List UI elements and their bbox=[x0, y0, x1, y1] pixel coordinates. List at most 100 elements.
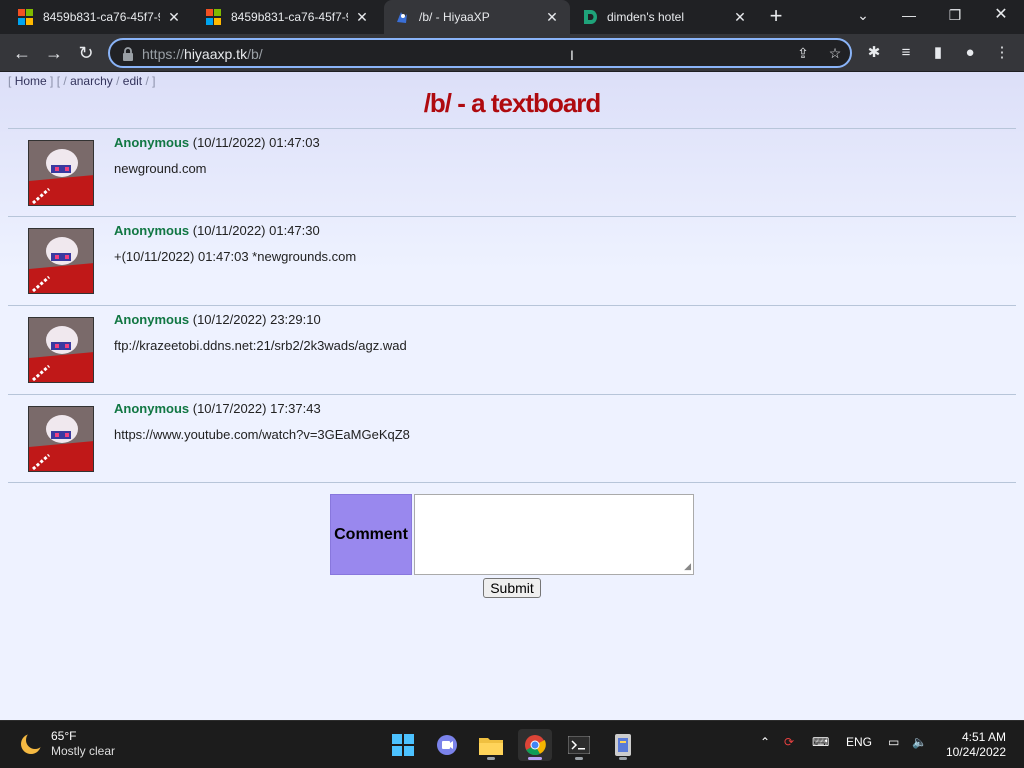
post: Anonymous (10/17/2022) 17:37:43 https://… bbox=[8, 395, 1016, 483]
lock-icon bbox=[123, 47, 133, 61]
running-indicator bbox=[575, 757, 583, 760]
microsoft-icon bbox=[18, 9, 34, 25]
post-header: Anonymous (10/11/2022) 01:47:03 bbox=[114, 135, 320, 150]
post-date: (10/12/2022) 23:29:10 bbox=[192, 312, 321, 327]
language-indicator[interactable]: ENG bbox=[846, 735, 872, 749]
clock-time: 4:51 AM bbox=[961, 730, 1006, 744]
share-icon[interactable]: ⇪ bbox=[793, 45, 813, 63]
tab-1[interactable]: 8459b831-ca76-45f7-9 ✕ bbox=[8, 0, 192, 34]
clock-date: 10/24/2022 bbox=[945, 745, 1006, 759]
keyboard-icon[interactable]: ⌨ bbox=[812, 735, 829, 749]
url-scheme: https:// bbox=[142, 46, 185, 62]
tab-title: dimden's hotel bbox=[607, 10, 685, 24]
avatar bbox=[28, 228, 94, 294]
minimize-button[interactable]: — bbox=[886, 0, 932, 30]
avatar bbox=[28, 406, 94, 472]
clock[interactable]: 4:51 AM 10/24/2022 bbox=[946, 730, 1006, 760]
file-explorer-button[interactable] bbox=[474, 729, 508, 761]
back-button[interactable]: ← bbox=[8, 40, 36, 66]
reload-button[interactable]: ↻ bbox=[72, 40, 100, 66]
post-body: https://www.youtube.com/watch?v=3GEaMGeK… bbox=[114, 427, 410, 442]
post-header: Anonymous (10/11/2022) 01:47:30 bbox=[114, 223, 320, 238]
close-icon[interactable]: ✕ bbox=[732, 9, 748, 26]
volume-icon[interactable]: 🔈 bbox=[912, 735, 927, 749]
menu-icon[interactable]: ⋮ bbox=[991, 42, 1013, 64]
tab-4[interactable]: dimden's hotel ✕ bbox=[572, 0, 758, 34]
microsoft-icon bbox=[206, 9, 222, 25]
weather-widget[interactable]: 65°F Mostly clear bbox=[18, 729, 115, 759]
update-icon[interactable]: ⟳ bbox=[784, 735, 794, 749]
url-host: hiyaaxp.tk bbox=[184, 46, 248, 62]
tab-title: /b/ - HiyaaXP bbox=[419, 10, 490, 24]
post-body: ftp://krazeetobi.ddns.net:21/srb2/2k3wad… bbox=[114, 338, 407, 353]
chat-icon bbox=[437, 735, 457, 755]
post-header: Anonymous (10/12/2022) 23:29:10 bbox=[114, 312, 321, 327]
notepad-icon bbox=[615, 734, 631, 756]
bookmark-star-icon[interactable]: ☆ bbox=[825, 45, 845, 63]
poster-name: Anonymous bbox=[114, 401, 190, 416]
crumb-bracket: / ] bbox=[145, 74, 156, 88]
post-date: (10/17/2022) 17:37:43 bbox=[192, 401, 321, 416]
home-link[interactable]: Home bbox=[15, 74, 47, 88]
side-panel-icon[interactable]: ▮ bbox=[927, 42, 949, 64]
terminal-icon bbox=[568, 736, 590, 754]
tab-title: 8459b831-ca76-45f7-9 bbox=[43, 10, 160, 24]
close-icon[interactable]: ✕ bbox=[166, 9, 182, 26]
post: Anonymous (10/12/2022) 23:29:10 ftp://kr… bbox=[8, 306, 1016, 394]
profile-icon[interactable]: ● bbox=[959, 42, 981, 64]
terminal-button[interactable] bbox=[562, 729, 596, 761]
address-bar[interactable]: https://hiyaaxp.tk/b/ I ⇪ ☆ bbox=[108, 38, 852, 68]
taskbar: 65°F Mostly clear ⌃ ⟳ ⌨ ENG ▭ 🔈 4:51 AM … bbox=[0, 720, 1024, 768]
hiyaa-icon bbox=[397, 12, 407, 23]
tab-2[interactable]: 8459b831-ca76-45f7-9 ✕ bbox=[196, 0, 380, 34]
avatar bbox=[28, 317, 94, 383]
show-hidden-icons[interactable]: ⌃ bbox=[760, 735, 770, 749]
chrome-icon bbox=[525, 735, 546, 756]
close-icon[interactable]: ✕ bbox=[354, 9, 370, 26]
post-body: +(10/11/2022) 01:47:03 *newgrounds.com bbox=[114, 249, 357, 264]
url-path: /b/ bbox=[247, 46, 263, 62]
poster-name: Anonymous bbox=[114, 223, 190, 238]
forward-button[interactable]: → bbox=[40, 40, 68, 66]
post: Anonymous (10/11/2022) 01:47:03 newgroun… bbox=[8, 129, 1016, 217]
crumb-separator: ] [ / bbox=[50, 74, 67, 88]
moon-icon bbox=[21, 731, 44, 754]
notepad-button[interactable] bbox=[606, 729, 640, 761]
tab-search-icon[interactable]: ⌄ bbox=[840, 0, 886, 30]
tab-strip: 8459b831-ca76-45f7-9 ✕ 8459b831-ca76-45f… bbox=[0, 0, 1024, 34]
close-icon[interactable]: ✕ bbox=[544, 9, 560, 26]
edit-link[interactable]: edit bbox=[123, 74, 142, 88]
start-button[interactable] bbox=[386, 729, 420, 761]
breadcrumb: [ Home ] [ / anarchy / edit / ] bbox=[8, 74, 156, 88]
tab-3[interactable]: /b/ - HiyaaXP ✕ bbox=[384, 0, 570, 34]
weather-condition: Mostly clear bbox=[51, 744, 116, 758]
crumb-separator: / bbox=[116, 74, 120, 88]
media-control-icon[interactable]: ≡ bbox=[895, 42, 917, 64]
browser-toolbar: ← → ↻ https://hiyaaxp.tk/b/ I ⇪ ☆ ✱ ≡ ▮ … bbox=[0, 34, 1024, 72]
windows-icon bbox=[392, 734, 414, 756]
resize-handle-icon[interactable]: ◢ bbox=[684, 561, 691, 572]
page-title: /b/ - a textboard bbox=[423, 88, 602, 118]
network-icon[interactable]: ▭ bbox=[888, 735, 899, 749]
text-cursor-icon: I bbox=[570, 47, 574, 63]
page-content: [ Home ] [ / anarchy / edit / ] /b/ - a … bbox=[0, 72, 1024, 720]
new-tab-button[interactable]: + bbox=[762, 5, 790, 29]
crumb-bracket: [ bbox=[8, 74, 12, 88]
post: Anonymous (10/11/2022) 01:47:30 +(10/11/… bbox=[8, 217, 1016, 305]
running-indicator bbox=[528, 757, 542, 760]
close-window-button[interactable]: ✕ bbox=[978, 0, 1024, 30]
comment-textarea[interactable]: ◢ bbox=[414, 494, 694, 575]
divider bbox=[8, 482, 1016, 483]
submit-button[interactable]: Submit bbox=[483, 578, 541, 598]
running-indicator bbox=[619, 757, 627, 760]
teams-chat-button[interactable] bbox=[430, 729, 464, 761]
url-text[interactable]: https://hiyaaxp.tk/b/ bbox=[142, 46, 263, 62]
dimden-icon bbox=[584, 10, 597, 24]
poster-name: Anonymous bbox=[114, 312, 190, 327]
restore-button[interactable]: ❐ bbox=[932, 0, 978, 30]
post-body: newground.com bbox=[114, 161, 207, 176]
chrome-button[interactable] bbox=[518, 729, 552, 761]
extensions-icon[interactable]: ✱ bbox=[863, 42, 885, 64]
post-date: (10/11/2022) 01:47:03 bbox=[192, 135, 320, 150]
anarchy-link[interactable]: anarchy bbox=[70, 74, 113, 88]
